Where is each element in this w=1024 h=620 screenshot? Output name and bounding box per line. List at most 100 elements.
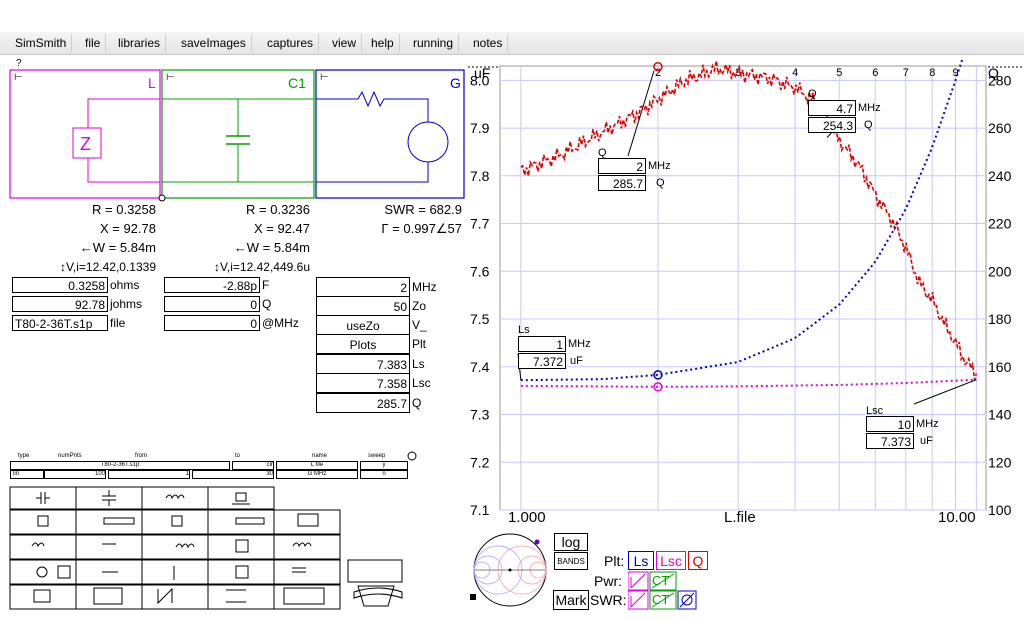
gen-usezo-button[interactable]: useZo [316, 315, 410, 335]
clear-button[interactable]: clr [232, 461, 274, 470]
gen-plots-button[interactable]: Plots [316, 334, 410, 354]
col-from: from [135, 453, 147, 459]
menu-running[interactable]: running [408, 34, 460, 52]
palette-item-11-icon[interactable] [75, 534, 143, 560]
x-top-tick: 6 [872, 67, 878, 79]
palette-item-15-icon[interactable] [9, 559, 77, 585]
cap-value-input[interactable]: -2.88p [164, 277, 260, 293]
main-chart: 8.07.97.87.77.67.57.47.37.27.1 280260240… [468, 60, 1024, 526]
cap-q-unit: Q [262, 297, 272, 311]
marker-q2-mhz[interactable]: 4.7 [808, 100, 856, 116]
marker-q1-value[interactable]: 285.7 [598, 175, 646, 191]
component-palette [9, 486, 403, 610]
gen-freq-unit: MHz [412, 280, 437, 294]
load-r-input[interactable]: 0.3258 [12, 277, 108, 293]
type-field[interactable]: lin [10, 470, 44, 479]
l-w-readout: ←W = 5.84m [79, 240, 156, 255]
name-field-2[interactable]: G MHz [276, 470, 358, 479]
node-dot [158, 194, 166, 202]
palette-item-19-icon[interactable] [273, 559, 341, 585]
bands-button[interactable]: BANDS [554, 552, 588, 570]
file-name-field[interactable]: T80-2-36T.s1p [10, 461, 230, 470]
menu-libraries[interactable]: libraries [113, 34, 167, 52]
palette-item-12-icon[interactable] [141, 534, 209, 560]
menu-saveimages[interactable]: saveImages [176, 34, 252, 52]
marker-ls-unit: uF [570, 355, 583, 367]
file-table: type numPnts from to name sweep T80-2-36… [10, 453, 410, 483]
log-button[interactable]: log [554, 533, 588, 551]
swr-label: SWR: [590, 592, 627, 608]
menu-captures[interactable]: captures [262, 34, 320, 52]
palette-item-7-icon[interactable] [141, 509, 209, 535]
load-file-input[interactable]: T80-2-36T.s1p [12, 315, 108, 331]
y-left-tick: 7.4 [470, 359, 490, 375]
smith-chart[interactable] [470, 530, 550, 610]
palette-item-18-icon[interactable] [207, 559, 275, 585]
mark-button[interactable]: Mark [553, 590, 589, 610]
palette-item-23-icon[interactable] [207, 584, 275, 610]
sweep-field-1[interactable]: y [360, 461, 408, 470]
block-g[interactable] [315, 69, 465, 199]
x-top-tick: 8 [929, 67, 935, 79]
palette-series-ind-icon[interactable] [141, 486, 209, 510]
palette-item-13-icon[interactable] [207, 534, 275, 560]
menu-notes[interactable]: notes [468, 34, 509, 52]
gen-lsc-input[interactable]: 7.358 [316, 373, 410, 393]
marker-ls-value[interactable]: 7.372 [518, 353, 566, 369]
y-right-tick: 240 [988, 168, 1012, 184]
from-field[interactable]: 1 [108, 470, 190, 479]
palette-shunt-ind-icon[interactable] [207, 486, 275, 510]
palette-series-cap-icon[interactable] [9, 486, 77, 510]
marker-ls-mhz[interactable]: 1 [518, 336, 566, 352]
to-field[interactable]: 30 [192, 470, 274, 479]
radio-circle-icon[interactable] [406, 450, 418, 462]
pwr-ct-label: CT [652, 573, 670, 588]
palette-item-21-icon[interactable] [75, 584, 143, 610]
marker-q1-unit: Q [656, 177, 665, 189]
menu-help[interactable]: help [366, 34, 400, 52]
palette-item-20-icon[interactable] [9, 584, 77, 610]
marker-lsc-value[interactable]: 7.373 [866, 433, 914, 449]
palette-item-5-icon[interactable] [9, 509, 77, 535]
palette-item-6-icon[interactable] [75, 509, 143, 535]
load-x-input[interactable]: 92.78 [12, 296, 108, 312]
load-x-unit: johms [110, 297, 143, 311]
swr-ct-label: CT [652, 592, 670, 607]
marker-q2-value[interactable]: 254.3 [808, 117, 856, 133]
palette-item-17-icon[interactable] [141, 559, 209, 585]
marker-lsc-mhz-unit: MHz [916, 418, 939, 430]
x-tick-min: 1.000 [508, 509, 546, 526]
cap-freq-unit: @MHz [262, 316, 299, 330]
gen-zo-input[interactable]: 50 [316, 296, 410, 316]
block-c1-label: C1 [288, 75, 306, 91]
y-left-tick: 7.6 [470, 263, 490, 279]
palette-item-14-icon[interactable] [273, 534, 341, 560]
gen-freq-input[interactable]: 2 [316, 277, 410, 297]
palette-item-22-icon[interactable] [141, 584, 209, 610]
col-name: name [312, 453, 328, 459]
x-axis-label: L.file [724, 509, 756, 526]
pwr-label: Pwr: [594, 573, 622, 589]
c1-vi-readout: ↕V,i=12.42,449.6u [214, 260, 310, 274]
gen-q-input[interactable]: 285.7 [316, 393, 410, 413]
plt-q-button[interactable]: Q [688, 551, 708, 570]
menu-file[interactable]: file [80, 34, 107, 52]
cap-q-input[interactable]: 0 [164, 296, 260, 312]
gen-ls-input[interactable]: 7.383 [316, 354, 410, 374]
plt-lsc-button[interactable]: Lsc [656, 551, 686, 570]
palette-scope-icon[interactable] [347, 559, 403, 583]
sweep-field-2[interactable]: n [360, 470, 408, 479]
l-r-readout: R = 0.3258 [92, 202, 156, 217]
marker-lsc-mhz[interactable]: 10 [866, 416, 914, 432]
name-field-1[interactable]: L file [276, 461, 358, 470]
marker-q1-mhz[interactable]: 2 [598, 158, 646, 174]
menu-simsmith[interactable]: SimSmith [10, 34, 73, 52]
cap-freq-input[interactable]: 0 [164, 315, 260, 331]
y-right-tick: 220 [988, 216, 1012, 232]
plt-ls-button[interactable]: Ls [628, 551, 654, 570]
load-file-unit: file [110, 316, 126, 330]
x-top-tick: 5 [836, 67, 842, 79]
palette-item-10-icon[interactable] [9, 534, 77, 560]
menu-view[interactable]: view [327, 34, 363, 52]
numpnts-field[interactable]: 100 [44, 470, 106, 479]
